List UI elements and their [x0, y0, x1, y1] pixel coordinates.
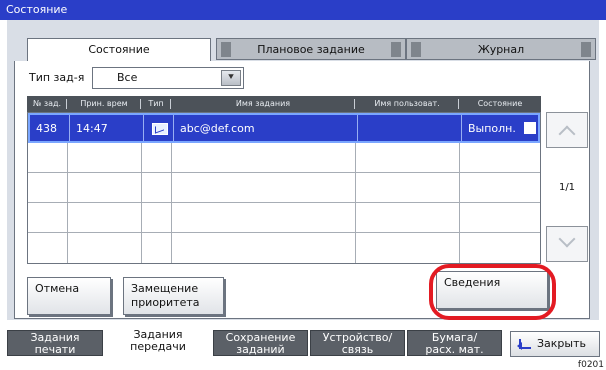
priority-override-line1: Замещение — [131, 282, 199, 295]
page-indicator: 1/1 — [558, 182, 576, 193]
close-label: Закрыть — [537, 337, 586, 350]
window-title: Состояние — [0, 0, 606, 20]
tab-store-jobs[interactable]: Сохранение заданий — [213, 330, 308, 356]
job-type-value: Все — [117, 71, 138, 84]
priority-override-line2: приоритета — [131, 296, 200, 309]
double-chevron-down-icon[interactable]: ⯆ — [221, 70, 241, 86]
col-job-name[interactable]: Имя задания — [171, 96, 355, 112]
job-table: 438 14:47 abc@def.com Выполн. — [27, 112, 541, 264]
tab-log[interactable]: Журнал — [406, 38, 596, 60]
job-type-label: Тип зад-я — [29, 71, 85, 84]
chevron-down-icon — [558, 230, 576, 248]
job-status: Выполн. — [468, 122, 516, 135]
tab-paper-supplies[interactable]: Бумага/расх. мат. — [407, 330, 502, 356]
tab-send-jobs[interactable]: Задания передачи — [110, 328, 206, 358]
job-name: abc@def.com — [180, 122, 255, 135]
tab-status[interactable]: Состояние — [27, 38, 211, 62]
mail-icon — [152, 123, 168, 135]
scroll-up-button[interactable] — [546, 112, 588, 148]
table-row[interactable] — [28, 173, 540, 203]
table-row[interactable]: 438 14:47 abc@def.com Выполн. — [28, 113, 540, 143]
tab-print-jobs[interactable]: Задания печати — [7, 330, 103, 356]
table-row[interactable] — [28, 233, 540, 263]
job-type-select[interactable]: Все ⯆ — [92, 67, 244, 89]
return-arrow-icon — [517, 339, 531, 350]
table-row[interactable] — [28, 203, 540, 233]
chevron-up-icon — [558, 125, 576, 143]
table-row[interactable] — [28, 143, 540, 173]
priority-override-button[interactable]: Замещение приоритета — [123, 277, 224, 315]
col-received-time[interactable]: Прин. врем — [67, 96, 141, 112]
close-button[interactable]: Закрыть — [510, 331, 600, 357]
tab-scheduled-job[interactable]: Плановое задание — [216, 38, 406, 60]
table-header: № зад. Прин. врем Тип Имя задания Имя по… — [27, 96, 541, 112]
figure-code: f0201 — [577, 360, 604, 370]
scroll-down-button[interactable] — [546, 226, 588, 262]
tab-device-communication[interactable]: Устройство/связь — [310, 330, 405, 356]
status-square-icon — [524, 122, 536, 134]
cancel-button[interactable]: Отмена — [27, 277, 111, 315]
highlight-ring — [429, 264, 556, 320]
col-status[interactable]: Состояние — [459, 96, 541, 112]
col-user-name[interactable]: Имя пользоват. — [355, 96, 459, 112]
col-type[interactable]: Тип — [141, 96, 171, 112]
received-time: 14:47 — [76, 122, 108, 135]
col-job-no[interactable]: № зад. — [27, 96, 67, 112]
job-no: 438 — [36, 122, 57, 135]
